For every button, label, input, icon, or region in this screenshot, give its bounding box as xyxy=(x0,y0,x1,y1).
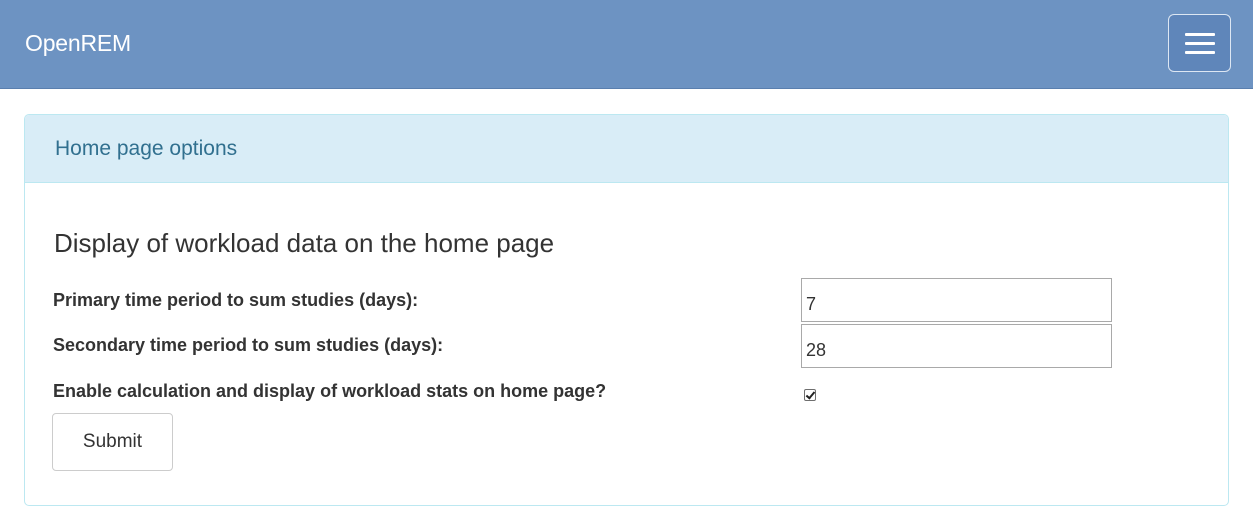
panel-heading: Home page options xyxy=(25,115,1228,183)
enable-workload-stats-label: Enable calculation and display of worklo… xyxy=(53,381,607,401)
top-navbar: OpenREM xyxy=(0,0,1253,89)
checkmark-icon xyxy=(805,389,816,400)
hamburger-menu-icon-bar xyxy=(1185,42,1215,45)
submit-button[interactable]: Submit xyxy=(52,413,173,471)
hamburger-menu-icon-bar xyxy=(1185,51,1215,54)
brand-link[interactable]: OpenREM xyxy=(25,28,131,58)
primary-period-label: Primary time period to sum studies (days… xyxy=(53,290,419,310)
secondary-period-input[interactable] xyxy=(801,324,1112,368)
home-page-options-panel: Home page options Display of workload da… xyxy=(24,114,1229,506)
primary-period-input[interactable] xyxy=(801,278,1112,322)
hamburger-menu-icon xyxy=(1185,33,1215,36)
panel-title: Home page options xyxy=(55,137,238,160)
section-title: Display of workload data on the home pag… xyxy=(54,228,555,258)
enable-workload-stats-checkbox[interactable] xyxy=(804,389,816,401)
secondary-period-label: Secondary time period to sum studies (da… xyxy=(53,335,444,355)
menu-toggle-button[interactable] xyxy=(1168,14,1231,72)
